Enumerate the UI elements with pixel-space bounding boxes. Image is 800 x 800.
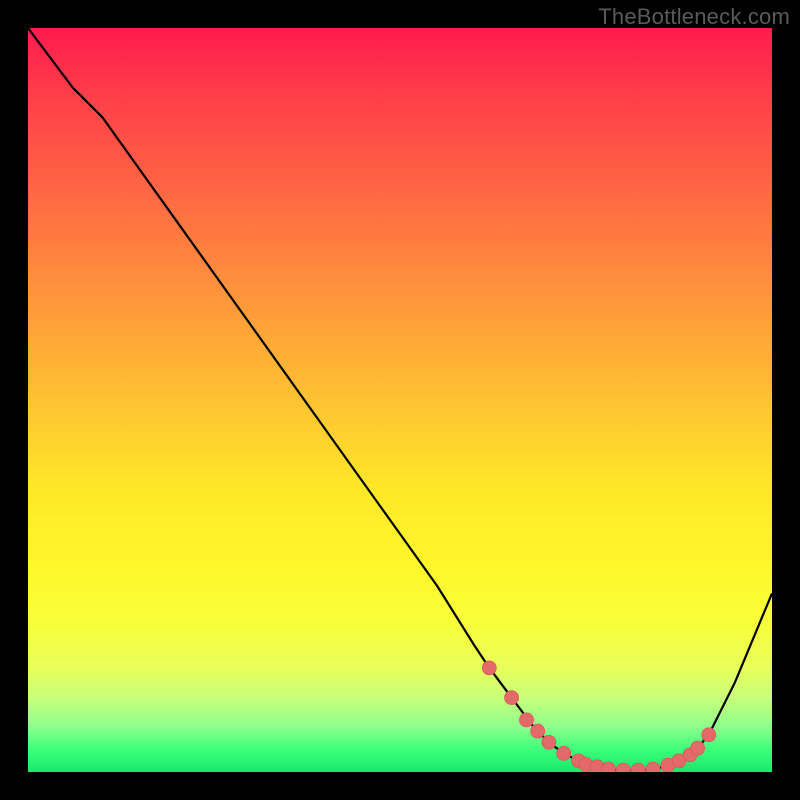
curve-dot bbox=[631, 763, 645, 772]
curve-dot bbox=[616, 763, 630, 772]
curve-line bbox=[28, 28, 772, 771]
curve-dot bbox=[702, 728, 716, 742]
bottleneck-curve bbox=[28, 28, 772, 772]
chart-frame: TheBottleneck.com bbox=[0, 0, 800, 800]
curve-dot bbox=[531, 724, 545, 738]
curve-dot bbox=[691, 741, 705, 755]
curve-dot bbox=[601, 762, 615, 772]
gradient-plot-area bbox=[28, 28, 772, 772]
curve-dot bbox=[542, 735, 556, 749]
curve-dot bbox=[519, 713, 533, 727]
curve-dot bbox=[557, 746, 571, 760]
curve-dot bbox=[646, 762, 660, 772]
curve-dot bbox=[505, 691, 519, 705]
curve-dot bbox=[482, 661, 496, 675]
curve-dots bbox=[482, 661, 715, 772]
watermark-text: TheBottleneck.com bbox=[598, 4, 790, 30]
